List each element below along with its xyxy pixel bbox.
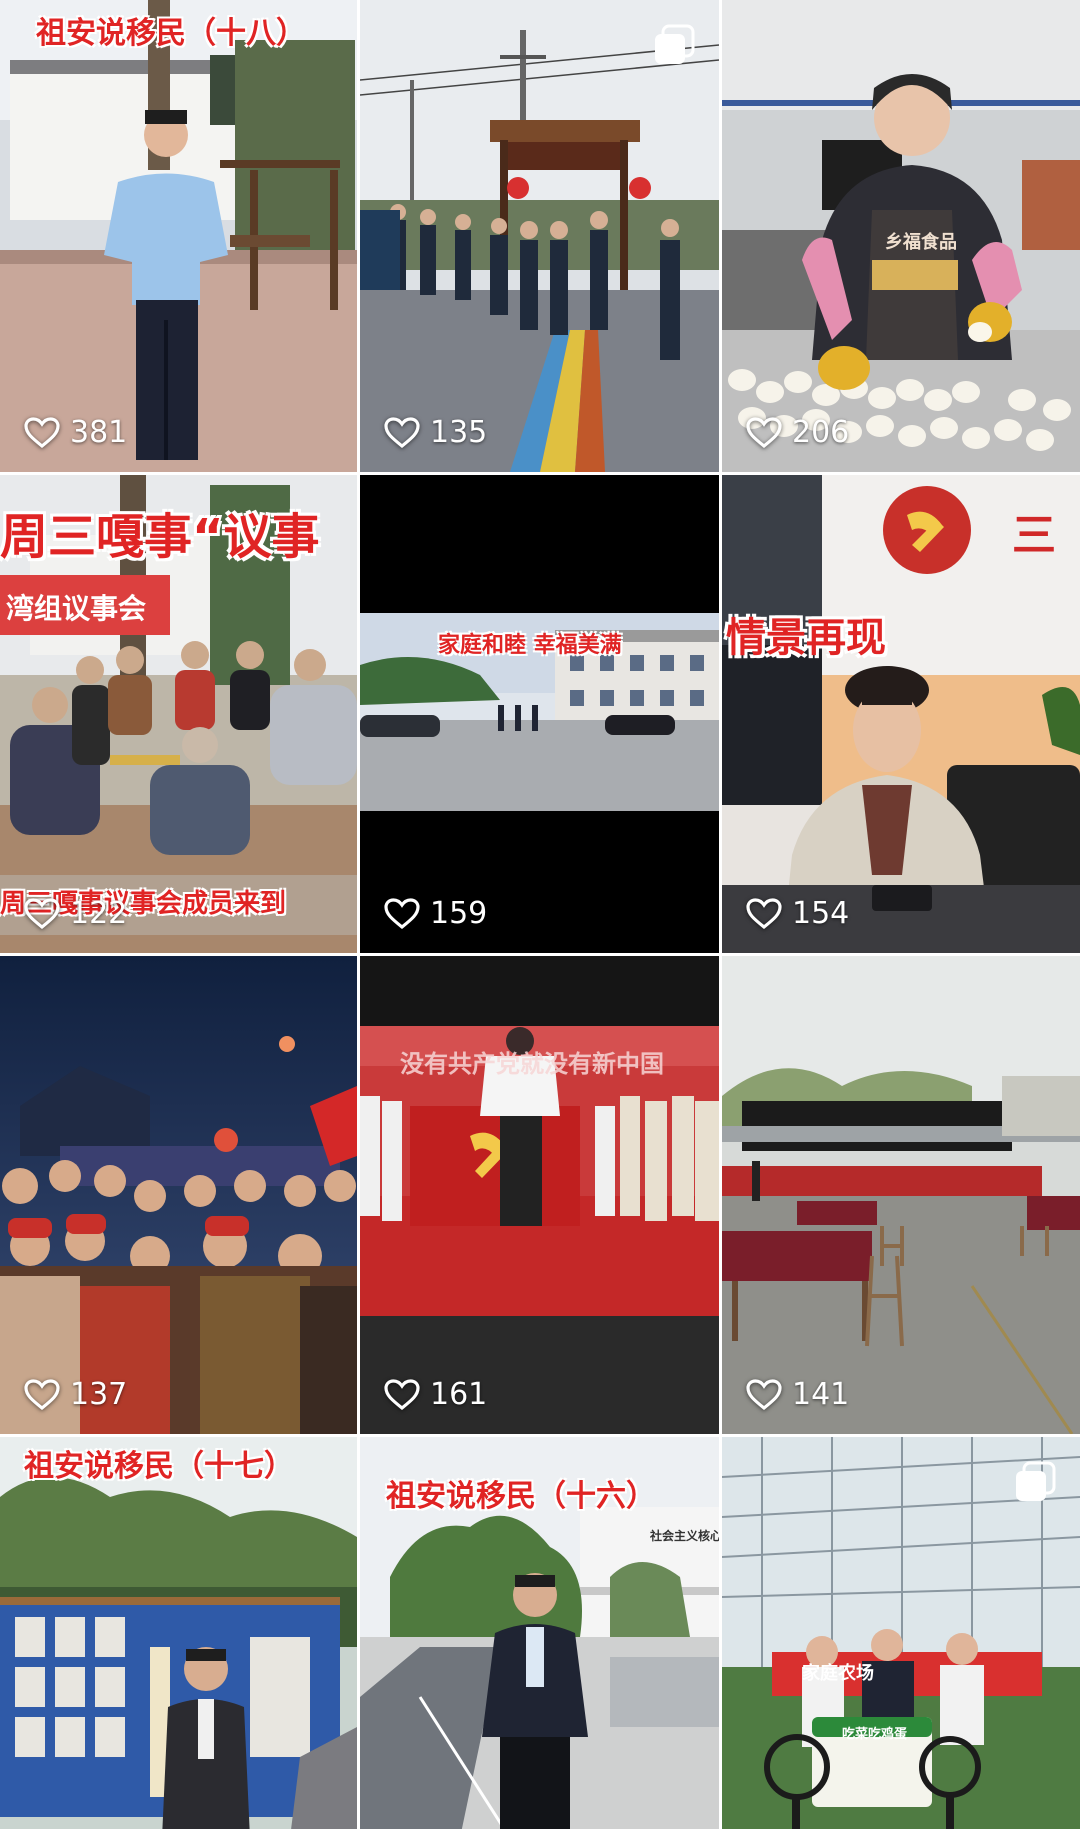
like-count: 159 (384, 896, 487, 931)
tile-8-thumbnail (360, 956, 719, 1434)
stage-backdrop-text: 没有共产党就没有新中国 (400, 1050, 664, 1078)
video-tile-12[interactable]: 家庭农场 吃菜吃鸡蛋 (722, 1437, 1080, 1829)
tile-5-thumbnail (360, 475, 719, 953)
video-tile-6[interactable]: 情景再现 三 154 (722, 475, 1080, 953)
like-count: 154 (746, 896, 849, 931)
tent-banner-text: 家庭农场 (802, 1663, 874, 1684)
heart-outline-icon (746, 897, 782, 929)
video-title: 祖安说移民（十八） (36, 16, 306, 51)
video-tile-3[interactable]: 乡福食品 206 (722, 0, 1080, 472)
tile-2-thumbnail (360, 0, 719, 472)
heart-outline-icon (384, 897, 420, 929)
banner-mid-text: 湾组议事会 (6, 592, 147, 625)
heart-outline-icon (24, 416, 60, 448)
heart-outline-icon (746, 1378, 782, 1410)
like-count: 381 (24, 415, 127, 450)
video-tile-1[interactable]: 祖安说移民（十八） 381 (0, 0, 357, 472)
video-tile-9[interactable]: 141 (722, 956, 1080, 1434)
video-caption: 情景再现 (726, 615, 886, 661)
tile-9-thumbnail (722, 956, 1080, 1434)
like-count-value: 137 (70, 1377, 128, 1412)
video-tile-8[interactable]: 没有共产党就没有新中国 161 (360, 956, 719, 1434)
video-title: 祖安说移民（十七） (24, 1449, 294, 1484)
food-board-text: 吃菜吃鸡蛋 (842, 1727, 908, 1742)
video-tile-10[interactable]: 祖安说移民（十七） (0, 1437, 357, 1829)
heart-outline-icon (24, 897, 60, 929)
multiple-images-icon (1016, 1461, 1056, 1501)
like-count: 141 (746, 1377, 849, 1412)
apron-text: 乡福食品 (885, 231, 957, 253)
like-count-value: 154 (792, 896, 850, 931)
like-count: 206 (746, 415, 849, 450)
heart-outline-icon (384, 1378, 420, 1410)
multiple-images-icon (655, 24, 695, 64)
like-count: 161 (384, 1377, 487, 1412)
heart-outline-icon (746, 416, 782, 448)
like-count: 137 (24, 1377, 127, 1412)
video-tile-5[interactable]: 家庭和睦 幸福美满 159 (360, 475, 719, 953)
like-count-value: 159 (430, 896, 488, 931)
like-count-value: 161 (430, 1377, 488, 1412)
video-title: 祖安说移民（十六） (386, 1479, 656, 1514)
video-tile-11[interactable]: 祖安说移民（十六） 社会主义核心价值观 (360, 1437, 719, 1829)
like-count-value: 381 (70, 415, 128, 450)
wall-text: 三 (1012, 510, 1056, 561)
tile-3-thumbnail: 乡福食品 (722, 0, 1080, 472)
video-tile-4[interactable]: 周三嘎事“议事 湾组议事会 周三嘎事议事会成员来到 122 (0, 475, 357, 953)
heart-outline-icon (24, 1378, 60, 1410)
video-tile-2[interactable]: 135 (360, 0, 719, 472)
like-count-value: 141 (792, 1377, 850, 1412)
video-grid: 祖安说移民（十八） 381 135 乡福食品 206 周三嘎事“议事 湾组议事会… (0, 0, 1080, 1829)
tile-7-thumbnail (0, 956, 357, 1434)
tile-1-thumbnail (0, 0, 357, 472)
like-count-value: 206 (792, 415, 850, 450)
banner-top-text: 周三嘎事“议事 (0, 509, 320, 565)
building-text: 社会主义核心价值观 (650, 1529, 719, 1543)
like-count-value: 135 (430, 415, 488, 450)
tile-10-thumbnail (0, 1437, 357, 1829)
like-count-value: 122 (70, 896, 128, 931)
like-count: 122 (24, 896, 127, 931)
like-count: 135 (384, 415, 487, 450)
video-caption: 家庭和睦 幸福美满 (438, 633, 622, 658)
heart-outline-icon (384, 416, 420, 448)
video-tile-7[interactable]: 137 (0, 956, 357, 1434)
